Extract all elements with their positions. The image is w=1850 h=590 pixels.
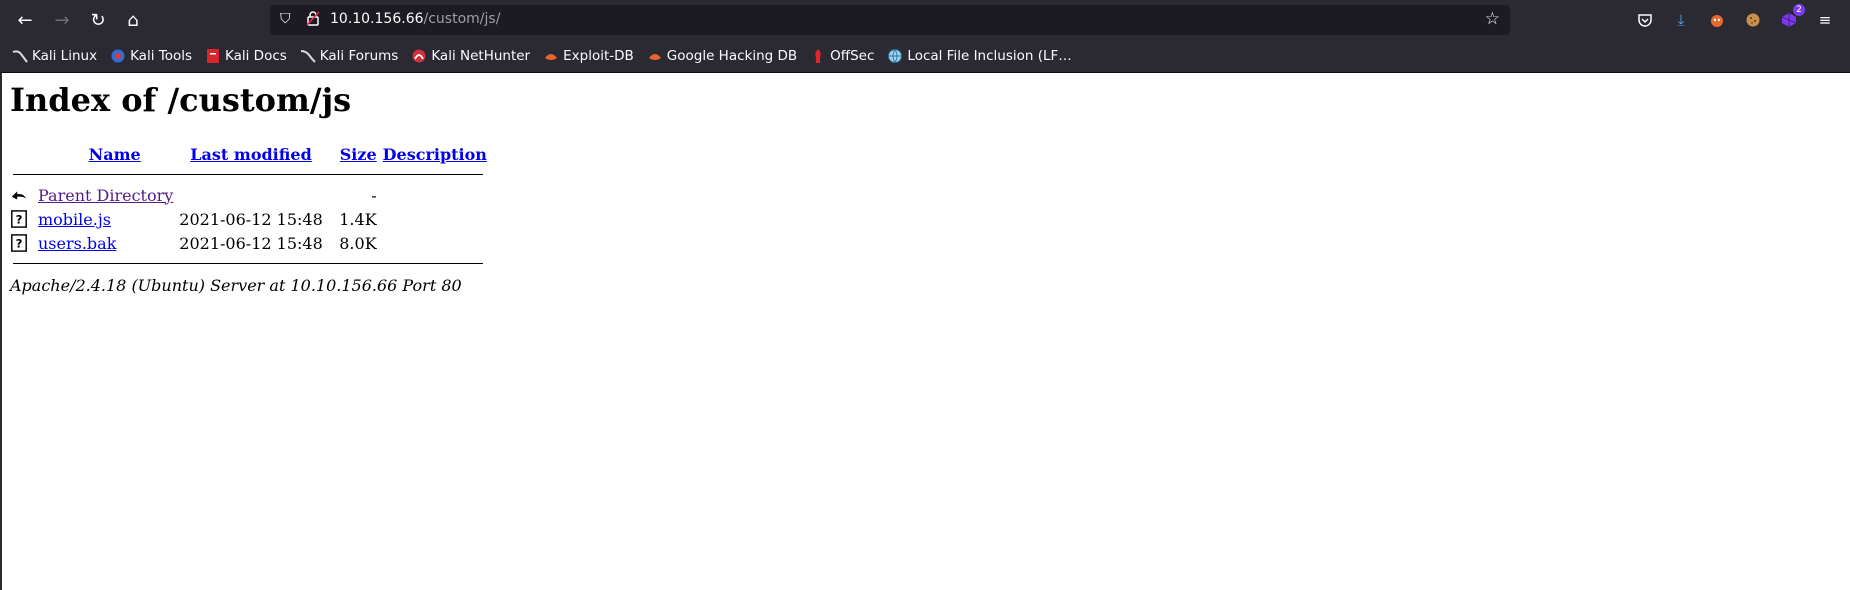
page-content: Index of /custom/js Name Last modified S… (10, 73, 490, 295)
bookmark-label: Local File Inclusion (LF… (907, 48, 1072, 64)
bookmark-kali-forums[interactable]: Kali Forums (300, 48, 399, 64)
bookmark-label: Kali Forums (319, 48, 399, 64)
extension-fox-icon[interactable] (1705, 8, 1729, 32)
kali-forums-icon (300, 48, 316, 64)
row-description-cell (380, 207, 490, 231)
url-bar[interactable]: ⛉ 10.10.156.66/custom/js/ ☆ (270, 5, 1510, 35)
svg-text:?: ? (16, 237, 23, 251)
url-text[interactable]: 10.10.156.66/custom/js/ (330, 11, 500, 27)
table-header-row: Name Last modified Size Description (10, 143, 490, 166)
bookmark-offsec[interactable]: OffSec (810, 48, 874, 64)
row-name-cell: mobile.js (35, 207, 176, 231)
exploit-db-icon (543, 48, 559, 64)
bookmark-label: Exploit-DB (563, 48, 634, 64)
unknown-file-icon: ? (11, 210, 27, 228)
divider (13, 263, 483, 264)
header-last-modified: Last modified (176, 143, 325, 166)
insecure-lock-icon[interactable] (306, 11, 320, 30)
sort-by-description-link[interactable]: Description (383, 145, 487, 164)
shield-icon[interactable]: ⛉ (280, 11, 291, 27)
row-modified-cell (176, 183, 325, 207)
offsec-icon (810, 48, 826, 64)
bookmark-label: OffSec (830, 48, 875, 64)
row-size-cell: 1.4K (339, 209, 377, 229)
row-name-cell: Parent Directory (35, 183, 176, 207)
row-modified-cell: 2021-06-12 15:48 (179, 233, 323, 253)
bookmark-label: Kali Linux (32, 48, 98, 64)
row-name-cell: users.bak (35, 231, 176, 255)
bookmark-google-hacking-db[interactable]: Google Hacking DB (647, 48, 797, 64)
separator-row (10, 255, 490, 272)
bookmark-local-file-inclusion[interactable]: Local File Inclusion (LF… (887, 48, 1072, 64)
pocket-icon[interactable] (1633, 8, 1657, 32)
nethunter-icon (411, 48, 427, 64)
url-path: /custom/js/ (423, 11, 501, 27)
header-icon-cell (10, 143, 35, 166)
browser-chrome: ← → ↻ ⌂ ⛉ 10.10.156.66/custom/js/ ☆ ⤓ 2 … (0, 0, 1850, 72)
globe-icon (887, 48, 903, 64)
separator-row (10, 166, 490, 183)
row-description-cell (380, 183, 490, 207)
row-modified-cell: 2021-06-12 15:48 (179, 209, 323, 229)
sort-by-modified-link[interactable]: Last modified (190, 145, 311, 164)
parent-directory-link[interactable]: Parent Directory (38, 186, 173, 205)
table-row: ? mobile.js 2021-06-12 15:48 1.4K (10, 207, 490, 231)
navigation-toolbar: ← → ↻ ⌂ ⛉ 10.10.156.66/custom/js/ ☆ ⤓ 2 … (0, 0, 1850, 40)
bookmark-kali-linux[interactable]: Kali Linux (12, 48, 97, 64)
kali-dragon-icon (12, 48, 28, 64)
hamburger-menu-icon[interactable]: ≡ (1813, 8, 1837, 32)
server-signature: Apache/2.4.18 (Ubuntu) Server at 10.10.1… (10, 276, 462, 295)
bookmark-exploit-db[interactable]: Exploit-DB (543, 48, 634, 64)
header-size: Size (326, 143, 380, 166)
unknown-file-icon: ? (11, 234, 27, 252)
divider (13, 174, 483, 175)
file-link-mobile-js[interactable]: mobile.js (38, 210, 111, 229)
table-row: ? users.bak 2021-06-12 15:48 8.0K (10, 231, 490, 255)
kali-tools-icon (110, 48, 126, 64)
bookmark-label: Kali NetHunter (431, 48, 531, 64)
bookmark-kali-docs[interactable]: Kali Docs (205, 48, 287, 64)
bookmark-star-icon[interactable]: ☆ (1485, 9, 1500, 29)
row-description-cell (380, 231, 490, 255)
extension-badge: 2 (1793, 4, 1805, 16)
bookmark-label: Kali Tools (130, 48, 192, 64)
bookmarks-toolbar: Kali Linux Kali Tools Kali Docs Kali For… (0, 40, 1850, 72)
bookmark-label: Google Hacking DB (666, 48, 798, 64)
row-size-cell: 8.0K (339, 233, 377, 253)
directory-listing-table: Name Last modified Size Description Pare… (10, 143, 490, 272)
sort-by-name-link[interactable]: Name (89, 145, 141, 164)
bookmark-kali-tools[interactable]: Kali Tools (110, 48, 192, 64)
table-row: Parent Directory - (10, 183, 490, 207)
back-arrow-icon (11, 191, 27, 200)
page-title: Index of /custom/js (10, 81, 352, 119)
url-host: 10.10.156.66 (330, 11, 424, 27)
reload-icon[interactable]: ↻ (84, 6, 112, 34)
window-edge (0, 73, 2, 590)
home-icon[interactable]: ⌂ (119, 6, 147, 34)
row-icon-cell: ? (10, 231, 35, 255)
row-icon-cell (10, 183, 35, 207)
sort-by-size-link[interactable]: Size (340, 145, 377, 164)
file-link-users-bak[interactable]: users.bak (38, 234, 116, 253)
svg-text:?: ? (16, 213, 23, 227)
bookmark-kali-nethunter[interactable]: Kali NetHunter (411, 48, 530, 64)
back-arrow-icon[interactable]: ← (11, 6, 39, 34)
row-icon-cell: ? (10, 207, 35, 231)
forward-arrow-icon[interactable]: → (48, 6, 76, 34)
header-name: Name (35, 143, 176, 166)
cookie-icon[interactable] (1741, 8, 1765, 32)
row-size-cell: - (371, 185, 377, 205)
extension-cube-icon[interactable]: 2 (1777, 4, 1805, 32)
downloads-icon[interactable]: ⤓ (1669, 8, 1693, 32)
header-description: Description (380, 143, 490, 166)
ghdb-icon (647, 48, 663, 64)
bookmark-label: Kali Docs (225, 48, 287, 64)
kali-docs-icon (205, 48, 221, 64)
